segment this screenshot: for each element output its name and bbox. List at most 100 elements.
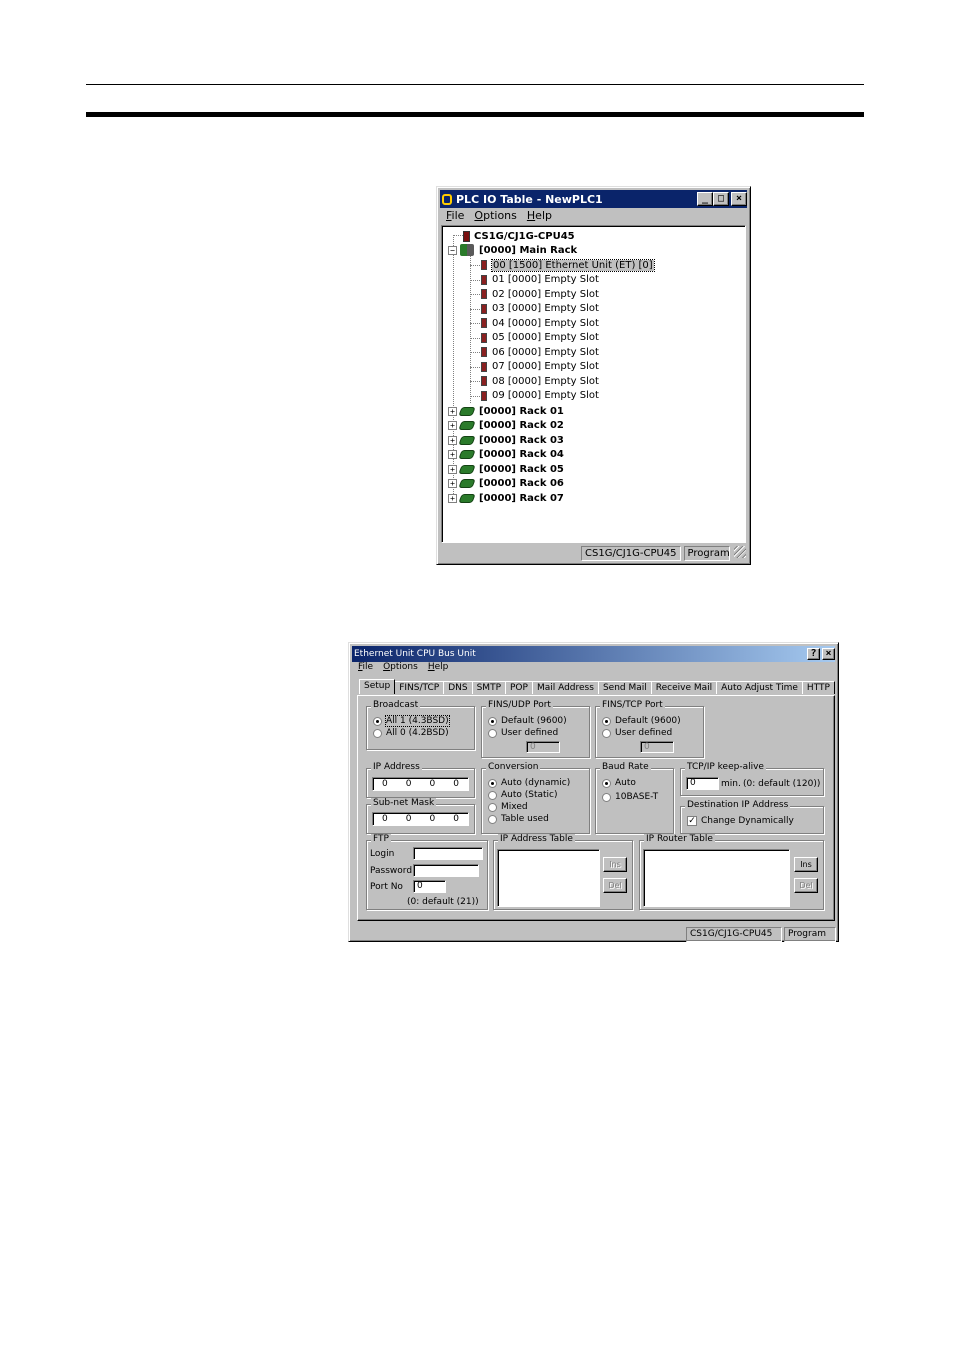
maximize-button[interactable]: □ [713, 192, 729, 206]
tree-node-rack[interactable]: + [0000] Rack 02 [448, 419, 564, 433]
menu-options[interactable]: Options [469, 209, 521, 222]
tree-node-rack[interactable]: + [0000] Rack 07 [448, 491, 564, 505]
menu-file[interactable]: File [441, 209, 469, 222]
unit-icon [481, 318, 487, 328]
menu-help[interactable]: Help [522, 209, 557, 222]
change-dynamically-checkbox[interactable]: ✓ Change Dynamically [687, 816, 794, 826]
status-mode: Program [683, 546, 730, 561]
broadcast-all0-radio[interactable]: All 0 (4.2BSD) [373, 728, 449, 738]
tree-node-slot[interactable]: 08 [0000] Empty Slot [470, 374, 599, 388]
menu-help[interactable]: Help [423, 662, 454, 672]
fins-udp-port-field[interactable]: 0 [526, 741, 560, 753]
expand-icon[interactable]: + [448, 479, 457, 488]
close-button[interactable]: × [822, 648, 835, 660]
title-bar[interactable]: Ethernet Unit CPU Bus Unit ? × [352, 646, 835, 662]
expand-icon[interactable]: + [448, 450, 457, 459]
conversion-mixed-radio[interactable]: Mixed [488, 802, 528, 812]
close-button[interactable]: × [731, 192, 747, 206]
resize-grip-icon[interactable] [733, 546, 746, 558]
rack-icon [460, 244, 474, 256]
rack-icon [458, 450, 476, 459]
tree-node-slot[interactable]: 04 [0000] Empty Slot [470, 316, 599, 330]
ip-address-input[interactable]: 0000 [372, 777, 469, 791]
tab-dns[interactable]: DNS [443, 681, 473, 694]
title-bar[interactable]: PLC IO Table - NewPLC1 _ □ × [440, 190, 747, 208]
menu-file[interactable]: File [353, 662, 378, 672]
menu-bar: File Options Help [441, 209, 557, 222]
tree-node-rack[interactable]: + [0000] Rack 01 [448, 404, 564, 418]
ip-router-table-list[interactable] [643, 849, 790, 907]
collapse-icon[interactable]: − [448, 245, 457, 255]
tree-node-slot[interactable]: 09 [0000] Empty Slot [470, 389, 599, 403]
expand-icon[interactable]: + [448, 464, 457, 474]
ip-table-del-button[interactable]: Del [603, 878, 627, 893]
fins-tcp-port-field[interactable]: 0 [640, 741, 674, 753]
rack-icon [458, 421, 476, 430]
tree-node-slot[interactable]: 02 [0000] Empty Slot [470, 287, 599, 301]
expand-icon[interactable]: + [448, 435, 457, 445]
fins-tcp-user-radio[interactable]: User defined [602, 728, 672, 738]
fins-tcp-default-radio[interactable]: Default (9600) [602, 716, 681, 726]
tab-auto-adjust-time[interactable]: Auto Adjust Time [716, 681, 803, 694]
expand-icon[interactable]: + [448, 406, 457, 416]
ip-address-table-group: IP Address Table Ins Del [493, 834, 633, 910]
baud-auto-radio[interactable]: Auto [602, 778, 636, 788]
status-mode: Program [784, 927, 836, 942]
tab-mail-address[interactable]: Mail Address [531, 681, 599, 694]
ip-address-group: IP Address 0000 [366, 762, 475, 798]
expand-icon[interactable]: + [448, 421, 457, 430]
conversion-group: Conversion Auto (dynamic) Auto (Static) … [481, 762, 590, 834]
conversion-table-radio[interactable]: Table used [488, 814, 549, 824]
tree-node-slot[interactable]: 00 [1500] Ethernet Unit (ET) [0] [470, 258, 655, 272]
ip-address-table-list[interactable] [497, 849, 600, 907]
header-rule-thick [86, 112, 864, 117]
menu-options[interactable]: Options [378, 662, 423, 672]
expand-icon[interactable]: + [448, 493, 457, 503]
tree-node-slot[interactable]: 06 [0000] Empty Slot [470, 345, 599, 359]
tree-node-rack[interactable]: + [0000] Rack 04 [448, 448, 564, 462]
tab-receive-mail[interactable]: Receive Mail [650, 681, 718, 694]
tree-node-main-rack[interactable]: − [0000] Main Rack [448, 243, 577, 257]
fins-udp-default-radio[interactable]: Default (9600) [488, 716, 567, 726]
ip-table-ins-button[interactable]: Ins [603, 857, 627, 872]
tab-http[interactable]: HTTP [801, 681, 835, 694]
router-table-ins-button[interactable]: Ins [794, 857, 818, 872]
tab-smtp[interactable]: SMTP [471, 681, 506, 694]
tree-node-cpu[interactable]: CS1G/CJ1G-CPU45 [463, 229, 575, 243]
destination-ip-group: Destination IP Address ✓ Change Dynamical… [680, 800, 824, 834]
tree-node-rack[interactable]: + [0000] Rack 03 [448, 433, 564, 447]
tab-fins-tcp[interactable]: FINS/TCP [394, 681, 445, 694]
fins-tcp-group: FINS/TCP Port Default (9600) User define… [595, 700, 704, 758]
rack-icon [458, 479, 476, 488]
keepalive-group: TCP/IP keep-alive 0 min. (0: default (12… [680, 762, 824, 796]
baud-10baset-radio[interactable]: 10BASE-T [602, 792, 658, 802]
help-icon[interactable]: ? [807, 648, 820, 660]
tab-pop[interactable]: POP [505, 681, 533, 694]
tab-send-mail[interactable]: Send Mail [597, 681, 652, 694]
ftp-login-input[interactable] [413, 847, 483, 860]
minimize-button[interactable]: _ [697, 192, 713, 206]
subnet-mask-input[interactable]: 0000 [372, 812, 469, 826]
broadcast-all1-radio[interactable]: All 1 (4.3BSD) [373, 715, 450, 727]
tree-node-slot[interactable]: 01 [0000] Empty Slot [470, 273, 599, 287]
broadcast-group: Broadcast All 1 (4.3BSD) All 0 (4.2BSD) [366, 700, 475, 750]
router-table-del-button[interactable]: Del [794, 878, 818, 893]
conversion-auto-static-radio[interactable]: Auto (Static) [488, 790, 558, 800]
tree-node-rack[interactable]: + [0000] Rack 05 [448, 462, 564, 476]
app-icon [442, 193, 452, 205]
fins-udp-user-radio[interactable]: User defined [488, 728, 558, 738]
tab-setup[interactable]: Setup [359, 679, 396, 694]
rack-icon [458, 464, 476, 474]
tree-node-slot[interactable]: 05 [0000] Empty Slot [470, 331, 599, 345]
ftp-group: FTP Login Password Port No 0 (0: default… [366, 834, 488, 910]
ftp-password-input[interactable] [413, 864, 479, 877]
tree-node-slot[interactable]: 03 [0000] Empty Slot [470, 302, 599, 316]
ftp-port-input[interactable]: 0 [413, 880, 446, 893]
window-title: PLC IO Table - NewPLC1 [456, 192, 603, 206]
tree-node-rack[interactable]: + [0000] Rack 06 [448, 477, 564, 491]
rack-icon [458, 493, 476, 503]
keepalive-input[interactable]: 0 [686, 777, 719, 790]
tree-node-slot[interactable]: 07 [0000] Empty Slot [470, 360, 599, 374]
conversion-auto-dynamic-radio[interactable]: Auto (dynamic) [488, 778, 570, 788]
tree-view[interactable]: CS1G/CJ1G-CPU45 − [0000] Main Rack 00 [1… [441, 225, 746, 543]
